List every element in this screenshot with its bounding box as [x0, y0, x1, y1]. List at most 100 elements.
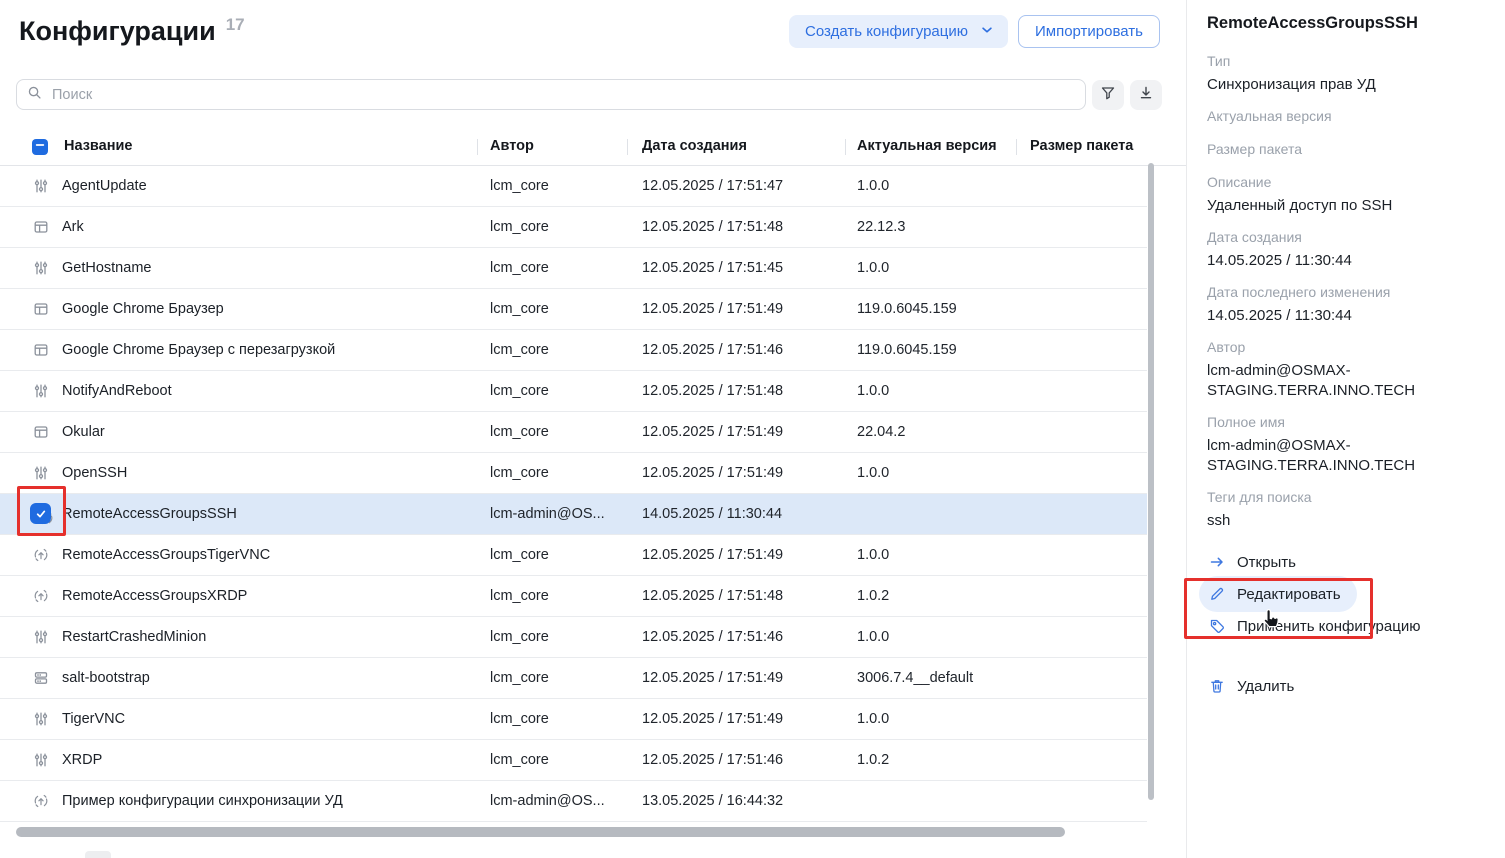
row-checkbox-checked[interactable]	[30, 503, 51, 524]
panel-action[interactable]: Применить конфигурацию	[1199, 610, 1436, 642]
config-created: 12.05.2025 / 17:51:49	[642, 465, 783, 481]
panel-action[interactable]: Редактировать	[1199, 576, 1357, 612]
config-author: lcm_core	[490, 219, 549, 235]
table-row[interactable]: RestartCrashedMinion lcm_core 12.05.2025…	[0, 617, 1147, 658]
chevron-down-icon	[980, 23, 994, 41]
detail-field-label: Автор	[1207, 338, 1481, 356]
export-button[interactable]	[1130, 80, 1162, 110]
detail-field: Описание Удаленный доступ по SSH	[1207, 173, 1481, 216]
config-author: lcm_core	[490, 711, 549, 727]
config-created: 12.05.2025 / 17:51:46	[642, 752, 783, 768]
detail-field-label: Полное имя	[1207, 413, 1481, 431]
config-name: Пример конфигурации синхронизации УД	[62, 793, 343, 809]
table-row[interactable]: Google Chrome Браузер lcm_core 12.05.202…	[0, 289, 1147, 330]
detail-field-label: Дата последнего изменения	[1207, 283, 1481, 301]
config-name: RemoteAccessGroupsXRDP	[62, 588, 247, 604]
config-author: lcm_core	[490, 588, 549, 604]
config-version: 1.0.0	[857, 711, 889, 727]
config-author: lcm_core	[490, 301, 549, 317]
panel-action-icon	[1209, 678, 1225, 694]
table-row[interactable]: Пример конфигурации синхронизации УД lcm…	[0, 781, 1147, 822]
config-name: TigerVNC	[62, 711, 125, 727]
detail-field: Тип Синхронизация прав УД	[1207, 52, 1481, 95]
panel-action-label: Удалить	[1237, 678, 1294, 695]
detail-field-label: Описание	[1207, 173, 1481, 191]
column-header-size[interactable]: Размер пакета	[1030, 138, 1133, 154]
config-name: OpenSSH	[62, 465, 127, 481]
panel-action[interactable]: Открыть	[1199, 546, 1312, 578]
select-all-checkbox[interactable]	[32, 139, 48, 155]
indeterminate-icon	[34, 139, 46, 155]
config-type-icon	[33, 424, 49, 440]
config-type-icon	[33, 260, 49, 276]
table-row[interactable]: TigerVNC lcm_core 12.05.2025 / 17:51:49 …	[0, 699, 1147, 740]
table-row[interactable]: NotifyAndReboot lcm_core 12.05.2025 / 17…	[0, 371, 1147, 412]
filter-button[interactable]	[1092, 80, 1124, 110]
config-type-icon	[33, 178, 49, 194]
pagination-partial	[85, 851, 111, 858]
detail-field-value: lcm-admin@OSMAX-STAGING.TERRA.INNO.TECH	[1207, 436, 1481, 476]
table-row[interactable]: Okular lcm_core 12.05.2025 / 17:51:49 22…	[0, 412, 1147, 453]
config-type-icon	[33, 219, 49, 235]
detail-field-value: 14.05.2025 / 11:30:44	[1207, 251, 1481, 271]
config-author: lcm_core	[490, 670, 549, 686]
config-author: lcm_core	[490, 424, 549, 440]
table-row[interactable]: Google Chrome Браузер с перезагрузкой lc…	[0, 330, 1147, 371]
detail-field: Теги для поиска ssh	[1207, 488, 1481, 531]
column-header-created[interactable]: Дата создания	[642, 138, 747, 154]
config-type-icon	[33, 670, 49, 686]
detail-field: Дата последнего изменения 14.05.2025 / 1…	[1207, 283, 1481, 326]
config-author: lcm_core	[490, 383, 549, 399]
column-header-version[interactable]: Актуальная версия	[857, 138, 997, 154]
table-row[interactable]: RemoteAccessGroupsTigerVNC lcm_core 12.0…	[0, 535, 1147, 576]
table-row[interactable]: Ark lcm_core 12.05.2025 / 17:51:48 22.12…	[0, 207, 1147, 248]
page-count-badge: 17	[226, 15, 245, 35]
panel-action[interactable]: Удалить	[1199, 670, 1310, 702]
detail-field: Размер пакета	[1207, 140, 1481, 158]
column-header-author[interactable]: Автор	[490, 138, 534, 154]
config-version: 3006.7.4__default	[857, 670, 973, 686]
config-type-icon	[33, 547, 49, 563]
details-panel: RemoteAccessGroupsSSH Тип Синхронизация …	[1186, 0, 1505, 858]
config-author: lcm_core	[490, 178, 549, 194]
import-button[interactable]: Импортировать	[1018, 15, 1160, 48]
table-row[interactable]: OpenSSH lcm_core 12.05.2025 / 17:51:49 1…	[0, 453, 1147, 494]
config-author: lcm_core	[490, 752, 549, 768]
config-name: Okular	[62, 424, 105, 440]
config-type-icon	[33, 588, 49, 604]
table-row[interactable]: AgentUpdate lcm_core 12.05.2025 / 17:51:…	[0, 166, 1147, 207]
detail-field-value: ssh	[1207, 511, 1481, 531]
detail-field: Автор lcm-admin@OSMAX-STAGING.TERRA.INNO…	[1207, 338, 1481, 401]
detail-field: Актуальная версия	[1207, 107, 1481, 125]
table-row[interactable]: GetHostname lcm_core 12.05.2025 / 17:51:…	[0, 248, 1147, 289]
config-created: 14.05.2025 / 11:30:44	[642, 506, 782, 522]
config-version: 1.0.0	[857, 547, 889, 563]
detail-field-label: Размер пакета	[1207, 140, 1481, 158]
detail-field-label: Актуальная версия	[1207, 107, 1481, 125]
download-icon	[1138, 85, 1154, 104]
table-row[interactable]: RemoteAccessGroupsSSH lcm-admin@OS... 14…	[0, 494, 1147, 535]
config-version: 1.0.2	[857, 588, 889, 604]
page-title: Конфигурации	[19, 14, 216, 48]
horizontal-scrollbar[interactable]	[16, 827, 1065, 837]
panel-action-icon	[1209, 554, 1225, 570]
details-title: RemoteAccessGroupsSSH	[1207, 14, 1481, 33]
table-body: AgentUpdate lcm_core 12.05.2025 / 17:51:…	[0, 166, 1147, 822]
search-box[interactable]	[16, 79, 1086, 110]
config-version: 22.12.3	[857, 219, 905, 235]
config-name: NotifyAndReboot	[62, 383, 172, 399]
vertical-scrollbar[interactable]	[1148, 163, 1154, 800]
table-row[interactable]: XRDP lcm_core 12.05.2025 / 17:51:46 1.0.…	[0, 740, 1147, 781]
config-created: 13.05.2025 / 16:44:32	[642, 793, 783, 809]
config-created: 12.05.2025 / 17:51:49	[642, 547, 783, 563]
column-header-name[interactable]: Название	[64, 138, 132, 154]
column-divider	[627, 139, 628, 155]
details-fields: Тип Синхронизация прав УД Актуальная вер…	[1207, 52, 1481, 531]
main-area: Конфигурации 17 Создать конфигурацию Имп…	[0, 0, 1186, 858]
detail-field-label: Дата создания	[1207, 228, 1481, 246]
search-input[interactable]	[50, 86, 1075, 104]
create-configuration-button[interactable]: Создать конфигурацию	[789, 15, 1008, 48]
table-row[interactable]: salt-bootstrap lcm_core 12.05.2025 / 17:…	[0, 658, 1147, 699]
table-row[interactable]: RemoteAccessGroupsXRDP lcm_core 12.05.20…	[0, 576, 1147, 617]
panel-action-icon	[1209, 618, 1225, 634]
